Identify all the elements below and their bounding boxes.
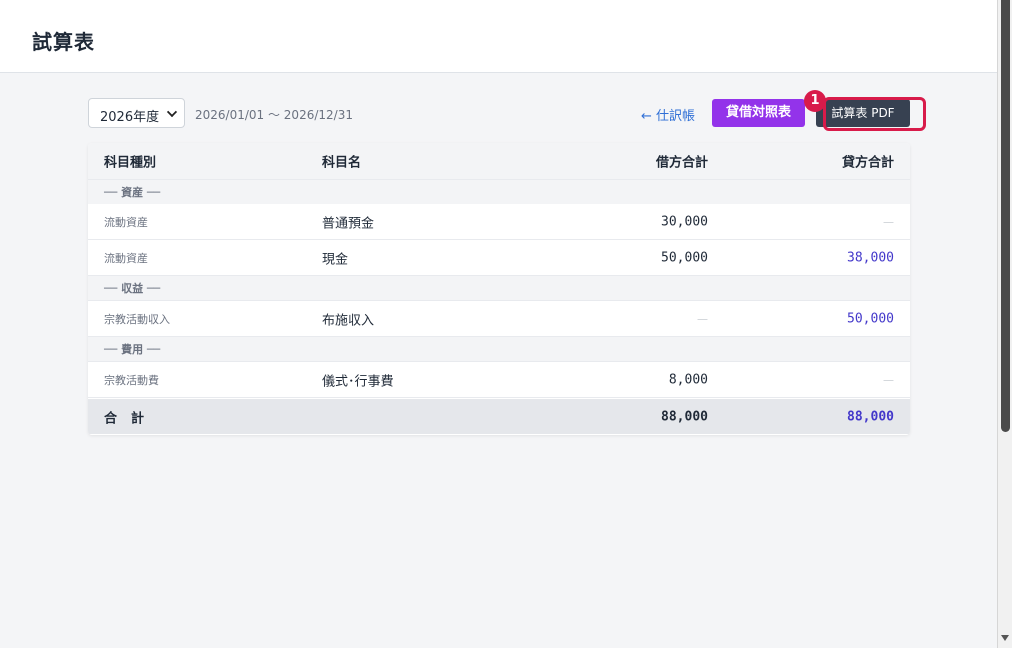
fiscal-year-select[interactable]: 2026年度 (88, 98, 185, 128)
page-header: 試算表 (0, 0, 997, 73)
chevron-down-icon (166, 106, 178, 118)
group-label: ── 資産 ── (104, 186, 161, 199)
group-label: ── 収益 ── (104, 282, 161, 295)
total-debit: 88,000 (661, 409, 708, 424)
toolbar: 2026年度 2026/01/01 〜 2026/12/31 ← 仕訳帳 貸借対… (88, 98, 910, 128)
trial-balance-pdf-button[interactable]: 試算表 PDF (816, 99, 910, 127)
vertical-scrollbar[interactable] (997, 0, 1012, 648)
row-credit: 50,000 (847, 311, 894, 326)
balance-sheet-button[interactable]: 貸借対照表 (712, 99, 805, 127)
group-row-expenses: ── 費用 ── (88, 337, 910, 362)
group-row-assets: ── 資産 ── (88, 180, 910, 205)
col-header-credit: 貸方合計 (841, 155, 894, 171)
group-label: ── 費用 ── (104, 343, 161, 356)
table-row: 流動資産 現金 50,000 38,000 (88, 240, 910, 276)
page-title: 試算表 (32, 30, 95, 54)
row-credit: — (883, 373, 894, 386)
row-name: 現金 (322, 252, 349, 267)
row-debit: — (697, 312, 708, 325)
table-row: 宗教活動費 儀式･行事費 8,000 — (88, 362, 910, 398)
row-debit: 8,000 (668, 372, 708, 387)
row-type: 宗教活動収入 (104, 312, 170, 326)
row-name: 儀式･行事費 (322, 374, 394, 389)
row-debit: 30,000 (661, 214, 708, 229)
journal-link[interactable]: ← 仕訳帳 (641, 105, 695, 124)
col-header-name: 科目名 (322, 155, 362, 171)
row-name: 普通預金 (322, 216, 375, 231)
trial-balance-table: 科目種別 科目名 借方合計 貸方合計 ── 資産 ── 流動資産 普通預金 30… (88, 143, 910, 435)
total-credit: 88,000 (847, 409, 894, 424)
table-row: 流動資産 普通預金 30,000 — (88, 204, 910, 240)
col-header-debit: 借方合計 (655, 155, 708, 171)
row-type: 宗教活動費 (104, 373, 159, 387)
total-label: 合計 (104, 411, 159, 426)
row-credit: 38,000 (847, 250, 894, 265)
scrollbar-thumb[interactable] (1001, 0, 1010, 432)
step-marker: 1 (804, 90, 826, 112)
row-credit: — (883, 215, 894, 228)
period-range: 2026/01/01 〜 2026/12/31 (195, 108, 353, 122)
row-debit: 50,000 (661, 250, 708, 265)
row-type: 流動資産 (104, 251, 148, 265)
scroll-down-arrow-icon[interactable] (1001, 635, 1009, 641)
group-row-revenue: ── 収益 ── (88, 276, 910, 301)
row-name: 布施収入 (322, 313, 375, 328)
row-type: 流動資産 (104, 215, 148, 229)
total-row: 合計 88,000 88,000 (88, 399, 910, 434)
table-row: 宗教活動収入 布施収入 — 50,000 (88, 301, 910, 337)
fiscal-year-value: 2026年度 (100, 110, 160, 125)
col-header-type: 科目種別 (104, 155, 157, 171)
table-header-row: 科目種別 科目名 借方合計 貸方合計 (88, 143, 910, 180)
